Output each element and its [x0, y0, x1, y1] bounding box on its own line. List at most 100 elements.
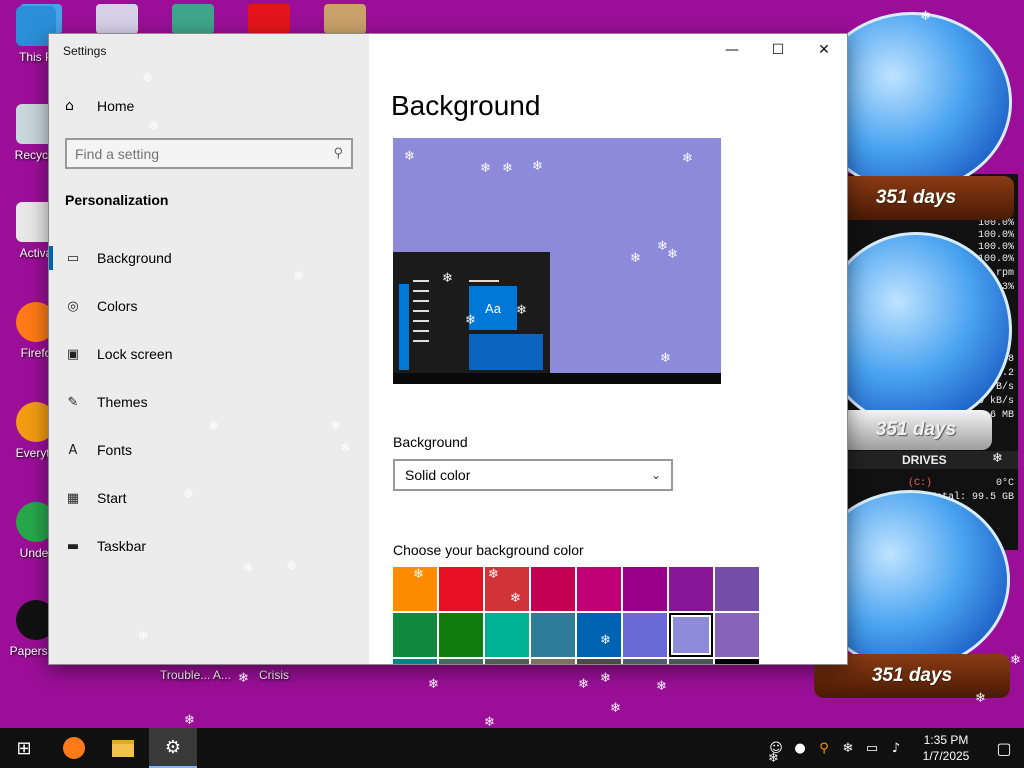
drop-icon[interactable]: ●	[788, 741, 812, 756]
color-swatch[interactable]	[485, 659, 529, 664]
color-swatch[interactable]	[485, 613, 529, 657]
sidebar-item-label: Background	[97, 250, 172, 266]
preview-tile: Aa	[469, 286, 517, 330]
color-swatch[interactable]	[485, 567, 529, 611]
people-icon[interactable]: ☺	[764, 741, 788, 756]
home-nav-item[interactable]: ⌂ Home	[65, 98, 134, 114]
gear-icon: ⚙	[164, 736, 182, 758]
color-swatch[interactable]	[577, 567, 621, 611]
color-swatch[interactable]	[531, 613, 575, 657]
sidebar-item-start[interactable]: ▦ Start	[49, 474, 369, 522]
color-swatch[interactable]	[393, 613, 437, 657]
color-swatch[interactable]	[715, 567, 759, 611]
color-swatch[interactable]	[393, 567, 437, 611]
color-swatch[interactable]	[715, 659, 759, 664]
network-icon[interactable]: ▭	[860, 741, 884, 756]
taskbar-settings[interactable]: ⚙	[149, 728, 197, 768]
color-swatch-grid	[393, 567, 761, 664]
search-input[interactable]	[75, 145, 334, 162]
dropdown-value: Solid color	[405, 467, 471, 483]
desktop-label-trouble[interactable]: Trouble... A...	[160, 668, 231, 682]
taskbar-file-explorer[interactable]	[99, 728, 147, 768]
search-box[interactable]: ⚲	[65, 138, 353, 169]
desktop-icon-partial[interactable]	[172, 4, 214, 34]
window-title: Settings	[63, 44, 107, 58]
snowflake-app-icon[interactable]: ❄	[836, 741, 860, 756]
meter-value: rpm	[995, 268, 1014, 279]
desktop-icon-partial[interactable]	[324, 4, 366, 34]
color-swatch[interactable]	[577, 659, 621, 664]
sidebar-item-label: Fonts	[97, 442, 133, 458]
color-swatch[interactable]	[439, 567, 483, 611]
snow-globe-widget[interactable]	[820, 232, 1012, 428]
color-swatch[interactable]	[439, 659, 483, 664]
background-preview: Aa	[393, 138, 721, 384]
notification-center-icon[interactable]: ▢	[984, 739, 1024, 758]
lock-screen-icon: ▣	[66, 346, 80, 362]
color-swatch[interactable]	[623, 659, 667, 664]
sidebar-item-lock-screen[interactable]: ▣ Lock screen	[49, 330, 369, 378]
color-swatch[interactable]	[439, 613, 483, 657]
color-swatch[interactable]	[715, 613, 759, 657]
color-swatch[interactable]	[669, 613, 713, 657]
clock-date: 1/7/2025	[922, 749, 970, 763]
snowflake-decoration: ❄	[428, 677, 439, 692]
sidebar-item-colors[interactable]: ◎ Colors	[49, 282, 369, 330]
image-icon: ▭	[66, 250, 80, 266]
page-title: Background	[391, 90, 541, 121]
meter-value: 6 MB	[989, 410, 1014, 421]
taskbar: ⊞ ⚙ ☺ ● ⚲ ❄ ▭ ♪ 1:35 PM 1/7/2025 ▢	[0, 728, 1024, 768]
sidebar-item-fonts[interactable]: A Fonts	[49, 426, 369, 474]
color-swatch[interactable]	[531, 567, 575, 611]
folder-icon	[112, 739, 134, 757]
drive-temp: 0°C	[995, 478, 1014, 489]
sidebar-item-label: Lock screen	[97, 346, 173, 362]
color-swatch[interactable]	[531, 659, 575, 664]
search-tool-icon[interactable]: ⚲	[812, 741, 836, 756]
color-swatch[interactable]	[623, 567, 667, 611]
sidebar-item-background[interactable]: ▭ Background	[49, 234, 369, 282]
taskbar-icon: ▬	[66, 538, 80, 554]
firefox-icon	[63, 737, 85, 759]
start-button[interactable]: ⊞	[0, 728, 48, 768]
sidebar-item-label: Start	[97, 490, 127, 506]
clock-time: 1:35 PM	[923, 733, 969, 747]
desktop-label-crisis[interactable]: Crisis	[259, 668, 289, 682]
settings-window: Settings ⌂ Home ⚲ Personalization ▭ Back…	[48, 33, 848, 665]
sidebar-item-label: Colors	[97, 298, 138, 314]
meter-value: 8	[1007, 354, 1014, 365]
snowflake-decoration: ❄	[610, 701, 621, 716]
sidebar-item-themes[interactable]: ✎ Themes	[49, 378, 369, 426]
settings-content: Background Aa Background Solid color ⌄ C	[369, 34, 847, 664]
taskbar-clock[interactable]: 1:35 PM 1/7/2025	[908, 732, 984, 764]
color-swatch[interactable]	[669, 567, 713, 611]
sidebar-item-label: Themes	[97, 394, 148, 410]
themes-brush-icon: ✎	[67, 394, 79, 410]
background-dropdown-label: Background	[393, 434, 468, 450]
section-title: Personalization	[65, 192, 169, 208]
snowflake-decoration: ❄	[600, 671, 611, 686]
snowflake-decoration: ❄	[184, 713, 195, 728]
start-grid-icon: ▦	[66, 490, 80, 506]
color-swatch[interactable]	[393, 659, 437, 664]
home-label: Home	[97, 98, 135, 114]
palette-icon: ◎	[67, 298, 79, 314]
drives-header: DRIVES	[848, 451, 1018, 469]
background-type-dropdown[interactable]: Solid color ⌄	[393, 459, 673, 491]
color-swatch[interactable]	[623, 613, 667, 657]
snowflake-decoration: ❄	[1010, 653, 1021, 668]
color-swatch[interactable]	[669, 659, 713, 664]
meter-value: 100.0%	[977, 230, 1014, 241]
snowflake-decoration: ❄	[238, 671, 249, 686]
sidebar-item-taskbar[interactable]: ▬ Taskbar	[49, 522, 369, 570]
system-tray: ☺ ● ⚲ ❄ ▭ ♪ 1:35 PM 1/7/2025 ▢	[764, 728, 1024, 768]
desktop-icon-partial[interactable]	[96, 4, 138, 34]
taskbar-firefox[interactable]	[50, 728, 98, 768]
color-swatch[interactable]	[577, 613, 621, 657]
desktop-icon-partial[interactable]	[248, 4, 290, 34]
sidebar-item-label: Taskbar	[97, 538, 147, 554]
volume-muted-icon[interactable]: ♪	[884, 741, 908, 756]
home-icon: ⌂	[65, 98, 74, 114]
search-icon[interactable]: ⚲	[333, 146, 343, 161]
chevron-down-icon: ⌄	[650, 468, 661, 482]
